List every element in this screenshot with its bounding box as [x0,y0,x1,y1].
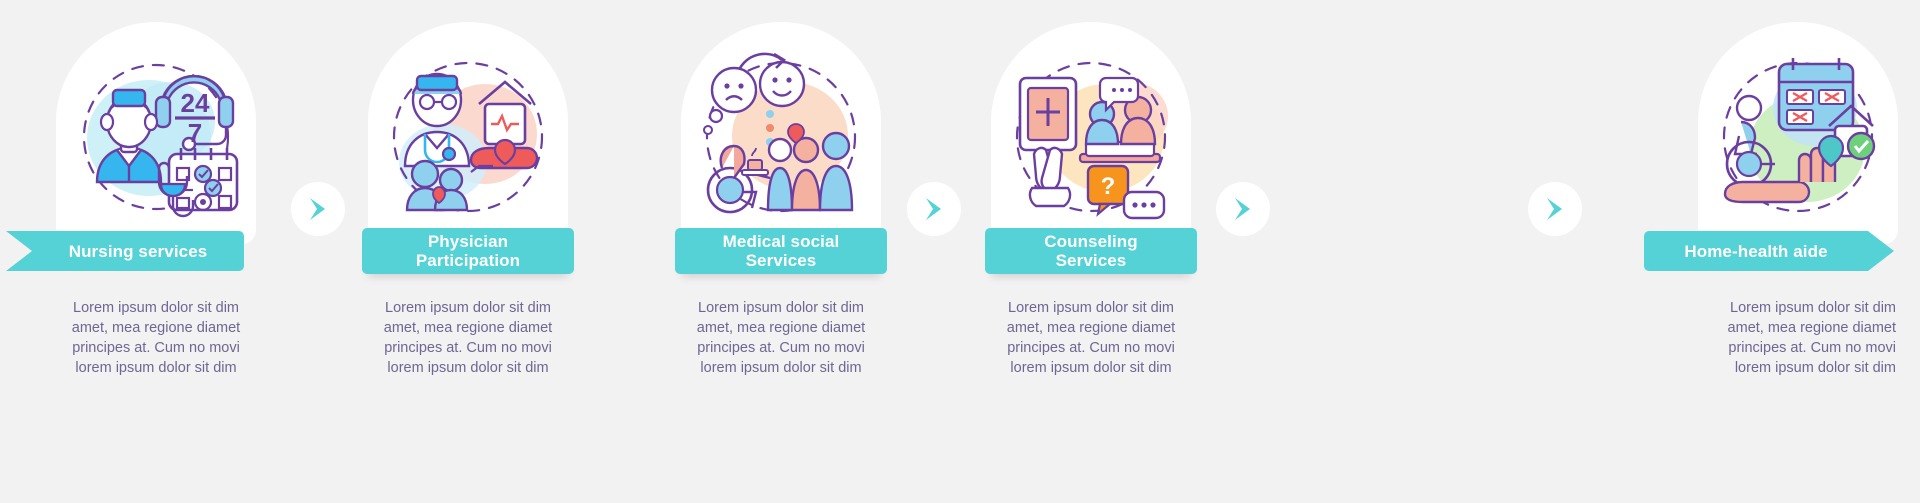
step-illustration-card-4: ? [991,22,1191,244]
step-illustration-card-2 [368,22,568,244]
step-label-2-line2: Participation [415,251,521,270]
step-label-4-line1: Counseling [1044,232,1138,251]
step-panel-1[interactable]: 24 7 Nursing services Lorem ipsum dolor … [0,0,312,503]
step-description-5: Lorem ipsum dolor sit dim amet, mea regi… [1727,300,1896,376]
physician-home-heartbeat-icon [392,62,544,213]
home-health-aide-calendar-icon [1722,58,1876,213]
step-label-banner-4[interactable]: Counseling Services [985,228,1197,274]
social-support-wheelchair-icon [703,53,857,214]
step-illustration-card-3 [681,22,881,244]
step-label-2-line1: Physician [427,232,509,251]
step-panel-3[interactable]: Medical social Services Lorem ipsum dolo… [625,0,937,503]
svg-text:7: 7 [188,118,202,148]
step-panel-2[interactable]: Physician Participation Lorem ipsum dolo… [312,0,624,503]
step-label-banner-1[interactable]: Nursing services [6,231,244,271]
step-panel-4[interactable]: ? Counseling Services Lorem ipsum dolor … [935,0,1247,503]
step-description-3: Lorem ipsum dolor sit dim amet, mea regi… [696,300,866,376]
step-label-5: Home-health aide [1684,241,1828,261]
step-label-3-line1: Medical social [722,232,840,251]
svg-text:24: 24 [181,88,210,118]
infographic-root: 24 7 Nursing services Lorem ipsum dolor … [0,0,1920,503]
step-illustration-card-5 [1698,22,1898,244]
step-label-1: Nursing services [68,241,208,261]
chevron-right-arrow-icon [1547,198,1562,220]
svg-text:?: ? [1101,173,1116,200]
step-label-3-line2: Services [745,251,817,270]
step-description-2: Lorem ipsum dolor sit dim amet, mea regi… [383,300,553,376]
step-description-4: Lorem ipsum dolor sit dim amet, mea regi… [1006,300,1176,376]
step-illustration-card-1: 24 7 [56,22,256,244]
step-label-banner-3[interactable]: Medical social Services [675,228,887,274]
nurse-headset-calendar-icon: 24 7 [82,64,239,218]
step-label-4-line2: Services [1055,251,1127,270]
step-description-1: Lorem ipsum dolor sit dim amet, mea regi… [71,300,241,376]
step-label-banner-5[interactable]: Home-health aide [1644,231,1894,271]
step-label-banner-2[interactable]: Physician Participation [362,228,574,274]
step-connector-4 [1528,182,1582,236]
step-panel-5[interactable]: Home-health aide Lorem ipsum dolor sit d… [1608,0,1920,503]
counseling-chat-bible-icon: ? [1015,62,1168,220]
